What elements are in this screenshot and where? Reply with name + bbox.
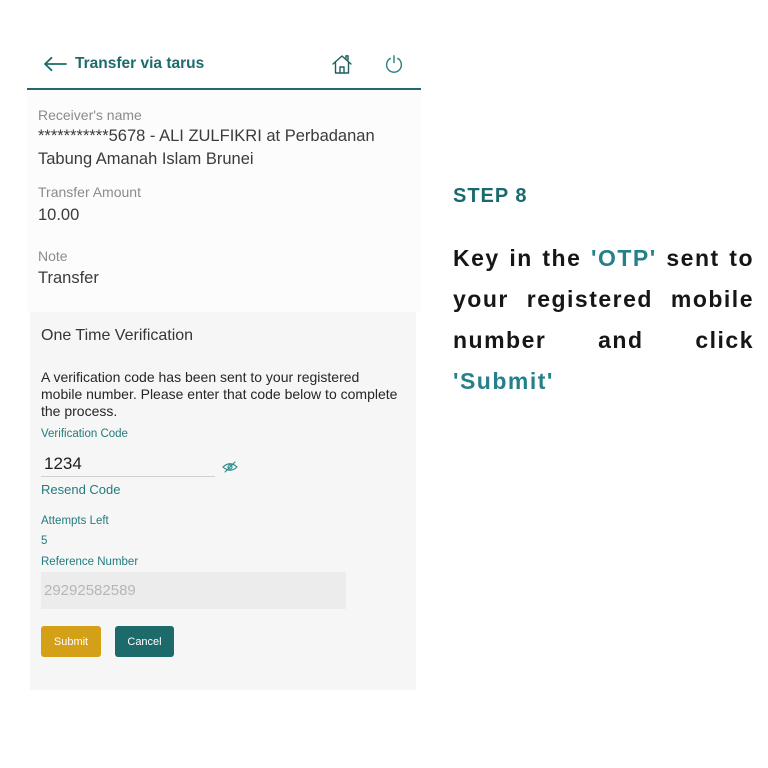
instruction-highlight-otp: 'OTP' <box>591 245 657 271</box>
instruction-text: Key in the 'OTP' sent to your registered… <box>453 238 754 402</box>
otp-message: A verification code has been sent to you… <box>41 369 398 419</box>
instruction-highlight-submit: 'Submit' <box>453 368 554 394</box>
power-icon <box>385 55 403 73</box>
toggle-code-visibility-button[interactable] <box>222 461 238 473</box>
resend-code-link[interactable]: Resend Code <box>41 482 121 498</box>
otp-section-title: One Time Verification <box>41 327 194 344</box>
attempts-left-value: 5 <box>41 535 48 547</box>
transfer-amount-label: Transfer Amount <box>38 184 141 200</box>
back-button[interactable] <box>43 56 67 72</box>
cancel-button[interactable]: Cancel <box>115 626 174 657</box>
reference-number-label: Reference Number <box>41 556 139 568</box>
note-label: Note <box>38 248 68 264</box>
header-divider <box>27 88 421 90</box>
instruction-text-part-1: Key in the <box>453 245 592 271</box>
note-value: Transfer <box>38 269 99 287</box>
home-icon <box>332 55 352 74</box>
eye-slash-icon <box>222 461 238 473</box>
reference-number-field: 29292582589 <box>41 572 346 609</box>
home-button[interactable] <box>331 53 353 75</box>
verification-code-label: Verification Code <box>41 428 128 440</box>
receiver-name-value: ***********5678 - ALI ZULFIKRI at Perbad… <box>38 127 375 168</box>
submit-button[interactable]: Submit <box>41 626 101 657</box>
page-title: Transfer via tarus <box>75 55 205 72</box>
mobile-app-screenshot: Transfer via tarus Receiver's name *****… <box>0 0 440 768</box>
transfer-amount-value: 10.00 <box>38 206 80 224</box>
instruction-panel: STEP 8 Key in the 'OTP' sent to your reg… <box>440 0 768 768</box>
arrow-left-icon <box>44 56 67 72</box>
logout-button[interactable] <box>384 54 404 74</box>
attempts-left-label: Attempts Left <box>41 515 109 527</box>
receiver-name-label: Receiver's name <box>38 107 142 123</box>
verification-code-input[interactable] <box>41 451 215 477</box>
step-heading: STEP 8 <box>453 185 528 207</box>
